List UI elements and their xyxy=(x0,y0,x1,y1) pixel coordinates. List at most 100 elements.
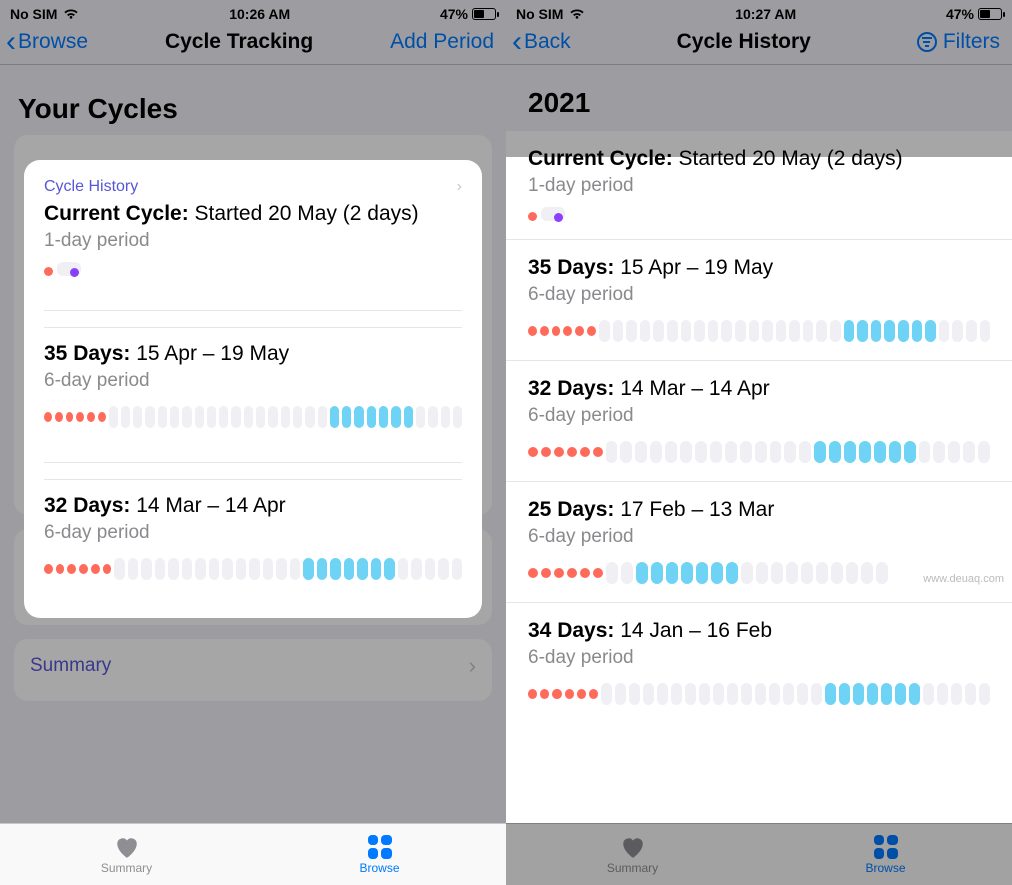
cycle-row[interactable]: 34 Days: 14 Jan – 16 Feb6-day period xyxy=(506,603,1012,723)
cycle-row[interactable]: Current Cycle: Started 20 May (2 days)1-… xyxy=(44,196,462,294)
chevron-left-icon: ‹ xyxy=(6,32,16,52)
fertile-dot xyxy=(342,406,351,428)
empty-dot xyxy=(438,558,448,580)
empty-dot xyxy=(713,683,724,705)
summary-link-label: Summary xyxy=(30,655,111,677)
empty-dot xyxy=(685,683,696,705)
empty-dot xyxy=(980,320,991,342)
heart-icon xyxy=(114,835,140,859)
status-bar: No SIM 10:26 AM 47% xyxy=(0,0,506,26)
tab-browse[interactable]: Browse xyxy=(253,824,506,885)
empty-dot xyxy=(667,320,678,342)
fertile-dot xyxy=(330,558,340,580)
empty-dot xyxy=(770,441,782,463)
cycle-history-link[interactable]: Cycle History › xyxy=(44,178,462,196)
fertile-dot xyxy=(711,562,723,584)
nav-back[interactable]: ‹ Browse xyxy=(6,30,88,54)
cycle-row[interactable]: 35 Days: 15 Apr – 19 May 6-day period xyxy=(506,240,1012,361)
cycle-row[interactable]: 32 Days: 14 Mar – 14 Apr6-day period xyxy=(44,479,462,598)
heart-icon xyxy=(620,835,646,859)
empty-dot xyxy=(797,683,808,705)
nav-action[interactable]: Add Period xyxy=(390,30,494,54)
empty-dot xyxy=(801,562,813,584)
empty-dot xyxy=(776,320,787,342)
empty-dot xyxy=(830,320,841,342)
empty-dot xyxy=(695,441,707,463)
empty-dot xyxy=(244,406,253,428)
fertile-dot xyxy=(895,683,906,705)
period-dot xyxy=(575,326,584,336)
empty-dot xyxy=(601,683,612,705)
period-dot xyxy=(528,212,537,221)
fertile-dot xyxy=(871,320,882,342)
fertile-dot xyxy=(814,441,826,463)
period-dot xyxy=(79,564,88,574)
empty-dot xyxy=(606,562,618,584)
cycle-row[interactable]: 35 Days: 15 Apr – 19 May6-day period xyxy=(44,327,462,446)
empty-dot xyxy=(951,683,962,705)
tab-summary[interactable]: Summary xyxy=(506,824,759,885)
fertile-dot xyxy=(371,558,381,580)
fertile-dot xyxy=(867,683,878,705)
empty-dot xyxy=(681,320,692,342)
empty-dot xyxy=(811,683,822,705)
cycle-dots xyxy=(44,558,462,580)
empty-dot xyxy=(231,406,240,428)
nav-title: Cycle History xyxy=(677,30,811,54)
empty-dot xyxy=(128,558,138,580)
tab-summary-label: Summary xyxy=(607,861,658,875)
cycle-title: Current Cycle: Started 20 May (2 days) xyxy=(44,202,462,226)
empty-dot xyxy=(939,320,950,342)
section-heading: Your Cycles xyxy=(14,65,492,135)
summary-card[interactable]: Summary › xyxy=(14,639,492,701)
empty-dot xyxy=(453,406,462,428)
fertile-dot xyxy=(726,562,738,584)
empty-dot xyxy=(168,558,178,580)
empty-dot xyxy=(195,406,204,428)
fertile-dot xyxy=(666,562,678,584)
empty-dot xyxy=(615,683,626,705)
empty-dot xyxy=(965,683,976,705)
period-dot xyxy=(540,326,549,336)
fertile-dot xyxy=(344,558,354,580)
period-dot xyxy=(44,564,53,574)
empty-dot xyxy=(236,558,246,580)
empty-dot xyxy=(876,562,888,584)
empty-dot xyxy=(978,441,990,463)
tab-browse[interactable]: Browse xyxy=(759,824,1012,885)
period-dot xyxy=(76,412,84,422)
empty-dot xyxy=(643,683,654,705)
phone-right: No SIM 10:27 AM 47% ‹ Back Cycle History… xyxy=(506,0,1012,885)
nav-back[interactable]: ‹ Back xyxy=(512,30,571,54)
period-dot xyxy=(528,689,537,699)
period-dot xyxy=(44,412,52,422)
tab-bar: Summary Browse xyxy=(506,823,1012,885)
period-dot xyxy=(567,568,577,578)
carrier-label: No SIM xyxy=(10,6,57,22)
empty-dot xyxy=(620,441,632,463)
empty-dot xyxy=(816,562,828,584)
grid-icon xyxy=(874,835,898,859)
period-dot xyxy=(66,412,74,422)
empty-dot xyxy=(653,320,664,342)
cycle-dots xyxy=(528,683,990,705)
empty-dot xyxy=(933,441,945,463)
tab-summary[interactable]: Summary xyxy=(0,824,253,885)
chevron-right-icon: › xyxy=(469,653,476,679)
cycle-title: 35 Days: 15 Apr – 19 May xyxy=(528,256,990,280)
fertile-dot xyxy=(681,562,693,584)
period-dot xyxy=(98,412,106,422)
tab-browse-label: Browse xyxy=(359,861,399,875)
empty-dot xyxy=(846,562,858,584)
empty-dot xyxy=(966,320,977,342)
fertile-dot xyxy=(825,683,836,705)
empty-dot xyxy=(749,320,760,342)
empty-dot xyxy=(789,320,800,342)
period-dot xyxy=(552,689,561,699)
nav-filters[interactable]: Filters xyxy=(917,30,1000,54)
cycle-subtitle: 6-day period xyxy=(528,284,990,306)
cycle-row[interactable]: Current Cycle: Started 20 May (2 days)1-… xyxy=(506,131,1012,240)
empty-dot xyxy=(680,441,692,463)
cycle-title: 25 Days: 17 Feb – 13 Mar xyxy=(528,498,990,522)
cycle-row[interactable]: 32 Days: 14 Mar – 14 Apr6-day period xyxy=(506,361,1012,482)
